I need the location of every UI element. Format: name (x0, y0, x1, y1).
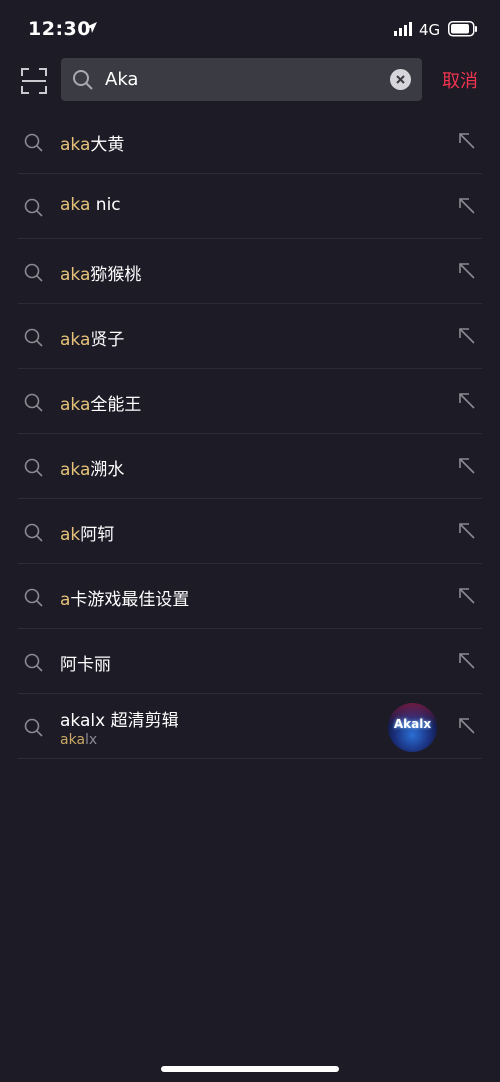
search-input[interactable] (105, 58, 385, 101)
status-bar: 12:30 4G (0, 0, 500, 58)
search-icon (24, 653, 43, 672)
suggestion-text: 阿卡丽 (60, 650, 111, 675)
suggestion-rest: 大黄 (90, 135, 125, 155)
suggestion-text: a卡游戏最佳设置 (60, 585, 189, 610)
subtitle-highlight: aka (60, 732, 86, 748)
close-icon (396, 75, 405, 84)
subtitle-rest: lx (85, 732, 98, 748)
suggestion-rest: nic (90, 195, 121, 215)
fill-query-arrow-icon[interactable] (458, 457, 476, 475)
search-icon (24, 393, 43, 412)
search-icon (24, 458, 43, 477)
fill-query-arrow-icon[interactable] (458, 717, 476, 735)
scan-icon[interactable] (20, 67, 48, 95)
clear-search-button[interactable] (390, 69, 411, 90)
search-icon (24, 328, 43, 347)
suggestion-highlight: aka (60, 135, 91, 155)
suggestion-text: aka nic (60, 195, 121, 215)
suggestion-item[interactable]: a卡游戏最佳设置 (18, 564, 482, 629)
suggestion-item[interactable]: aka nic (18, 174, 482, 239)
status-time: 12:30 (28, 18, 91, 40)
suggestion-rest: 卡游戏最佳设置 (70, 590, 190, 610)
search-icon (73, 70, 93, 90)
user-suggestion-item[interactable]: akalx 超清剪辑 akalx Akalx (18, 694, 482, 759)
signal-bars-icon (394, 22, 412, 36)
suggestion-rest: 阿卡丽 (60, 655, 111, 675)
cancel-button[interactable]: 取消 (442, 67, 478, 93)
suggestion-highlight: aka (60, 395, 91, 415)
fill-query-arrow-icon[interactable] (458, 197, 476, 215)
fill-query-arrow-icon[interactable] (458, 392, 476, 410)
suggestion-item[interactable]: ak阿轲 (18, 499, 482, 564)
suggestion-highlight: aka (60, 330, 91, 350)
suggestion-highlight: aka (60, 460, 91, 480)
suggestion-text: aka大黄 (60, 130, 124, 155)
suggestion-list: aka大黄 aka nic aka猕猴桃 aka贤子 aka全能王 aka溯水 … (0, 109, 500, 759)
suggestion-rest: 贤子 (90, 330, 125, 350)
search-icon (24, 198, 43, 217)
avatar-text: Akalx (393, 717, 432, 731)
suggestion-rest: 阿轲 (80, 525, 115, 545)
suggestion-item[interactable]: 阿卡丽 (18, 629, 482, 694)
suggestion-highlight: a (60, 590, 71, 610)
user-suggestion-subtitle: akalx (60, 732, 97, 748)
suggestion-item[interactable]: aka全能王 (18, 369, 482, 434)
home-indicator[interactable] (161, 1066, 339, 1072)
fill-query-arrow-icon[interactable] (458, 327, 476, 345)
battery-icon (448, 21, 477, 37)
fill-query-arrow-icon[interactable] (458, 522, 476, 540)
suggestion-text: aka全能王 (60, 390, 141, 415)
suggestion-rest: 溯水 (90, 460, 125, 480)
suggestion-text: aka溯水 (60, 455, 124, 480)
fill-query-arrow-icon[interactable] (458, 262, 476, 280)
location-arrow-icon (86, 22, 97, 33)
search-bar: 取消 (0, 58, 500, 102)
suggestion-highlight: aka (60, 195, 91, 215)
search-icon (24, 523, 43, 542)
avatar[interactable]: Akalx (388, 703, 437, 752)
fill-query-arrow-icon[interactable] (458, 652, 476, 670)
suggestion-item[interactable]: aka猕猴桃 (18, 239, 482, 304)
search-icon (24, 588, 43, 607)
suggestion-item[interactable]: aka贤子 (18, 304, 482, 369)
suggestion-item[interactable]: aka大黄 (18, 109, 482, 174)
fill-query-arrow-icon[interactable] (458, 587, 476, 605)
search-icon (24, 133, 43, 152)
search-icon (24, 263, 43, 282)
user-suggestion-title: akalx 超清剪辑 (60, 711, 179, 731)
suggestion-rest: 全能王 (90, 395, 142, 415)
suggestion-rest: 猕猴桃 (90, 265, 142, 285)
fill-query-arrow-icon[interactable] (458, 132, 476, 150)
suggestion-item[interactable]: aka溯水 (18, 434, 482, 499)
suggestion-text: aka猕猴桃 (60, 260, 141, 285)
suggestion-text: ak阿轲 (60, 520, 114, 545)
suggestion-highlight: ak (60, 525, 81, 545)
suggestion-text: aka贤子 (60, 325, 124, 350)
search-icon (24, 718, 43, 737)
search-field[interactable] (61, 58, 422, 101)
network-type: 4G (419, 21, 441, 39)
suggestion-highlight: aka (60, 265, 91, 285)
